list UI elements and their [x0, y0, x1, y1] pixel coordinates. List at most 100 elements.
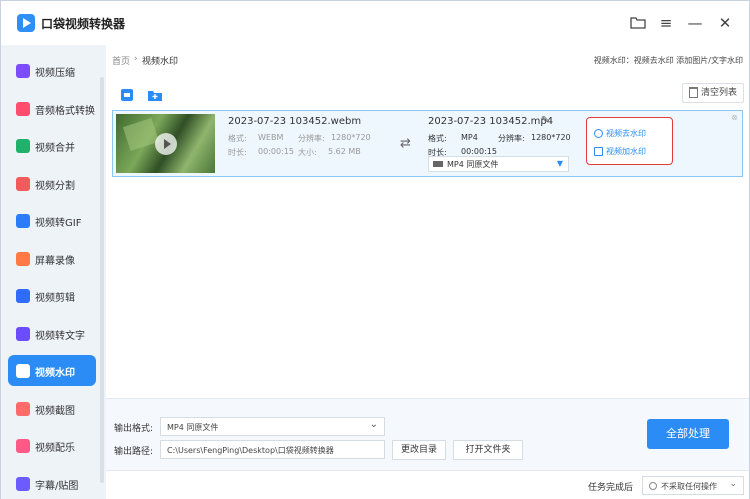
sidebar-item-icon [16, 176, 30, 191]
sidebar-item-label: 视频合并 [35, 143, 75, 154]
sidebar-item-icon [16, 439, 30, 453]
sidebar-item-icon [16, 64, 30, 78]
sidebar-item[interactable]: 视频转文字 [8, 318, 96, 349]
source-format-label: 格式: [228, 134, 247, 143]
add-folder-icon[interactable] [147, 87, 163, 103]
close-icon[interactable]: ✕ [716, 14, 734, 32]
sidebar-item[interactable]: 音频格式转换 [8, 93, 96, 124]
source-size-label: 大小: [298, 148, 317, 157]
watermark-actions: 视频去水印 视频加水印 [586, 117, 673, 165]
source-size-value: 5.62 MB [328, 147, 361, 156]
app-title: 口袋视频转换器 [41, 17, 126, 31]
output-format-dropdown[interactable]: MP4 同原文件 ⌄ [160, 417, 385, 436]
sidebar-item[interactable]: 视频压缩 [8, 55, 96, 86]
remove-watermark-label: 视频去水印 [606, 129, 646, 138]
change-directory-button[interactable]: 更改目录 [392, 440, 446, 460]
convert-arrow-icon: ⇄ [400, 136, 411, 151]
add-watermark-label: 视频加水印 [606, 147, 646, 156]
chevron-down-icon: ⌄ [729, 479, 737, 489]
sidebar-item[interactable]: 视频合并 [8, 130, 96, 161]
edit-icon [594, 147, 603, 156]
output-format-select[interactable]: MP4 同原文件 ▼ [428, 156, 569, 172]
source-duration-label: 时长: [228, 148, 247, 157]
sidebar-item-icon [16, 251, 30, 266]
sidebar-item-label: 视频转GIF [35, 218, 82, 229]
sidebar-item-label: 音频格式转换 [35, 105, 95, 117]
source-resolution-label: 分辨率: [298, 134, 325, 143]
output-format-select-value: MP4 同原文件 [447, 160, 499, 169]
output-duration-value: 00:00:15 [461, 147, 497, 156]
source-file-name: 2023-07-23 103452.webm [228, 116, 362, 127]
sidebar: 视频压缩音频格式转换 视频合并视频分割视频转GIF 屏幕录像视频剪辑视频转文字视频水… [1, 45, 106, 499]
sidebar-item[interactable]: 视频转GIF [8, 205, 96, 236]
sidebar-item-icon [16, 326, 30, 341]
after-done-select[interactable]: 不采取任何操作 ⌄ [642, 476, 744, 495]
sidebar-item[interactable]: 字幕/贴图 [8, 468, 96, 499]
sidebar-item[interactable]: 视频截图 [8, 393, 96, 424]
menu-icon[interactable]: ≡ [657, 14, 675, 32]
sidebar-item[interactable]: 视频配乐 [8, 430, 96, 461]
after-done-value: 不采取任何操作 [661, 482, 717, 491]
video-format-icon [433, 161, 443, 167]
output-path-field-label: 输出路径: [114, 447, 154, 457]
clear-list-button[interactable]: 清空列表 [682, 83, 744, 103]
app-window: 口袋视频转换器 ≡ — ✕ 视频压缩音频格式转换 视频合并视频分割视频转GIF 屏幕… [0, 0, 750, 499]
sidebar-item[interactable]: 屏幕录像 [8, 243, 96, 274]
video-thumbnail[interactable] [116, 114, 215, 173]
after-done-label: 任务完成后 [588, 483, 634, 493]
sidebar-item-label: 视频配乐 [35, 443, 75, 454]
remove-file-icon[interactable]: ⊗ [731, 114, 738, 122]
source-format-value: WEBM [258, 133, 284, 142]
sidebar-scrollbar[interactable] [100, 77, 104, 483]
chevron-down-icon: ⌄ [369, 419, 378, 430]
breadcrumb: 首页 › 视频水印 视频水印：视频去水印 添加图片/文字水印 [106, 45, 749, 75]
open-folder-button[interactable]: 打开文件夹 [453, 440, 523, 460]
title-bar: 口袋视频转换器 ≡ — ✕ [1, 1, 749, 45]
output-resolution-label: 分辨率: [498, 134, 525, 143]
ban-icon [649, 482, 657, 490]
sidebar-item-label: 屏幕录像 [35, 255, 75, 267]
sidebar-item-icon [16, 289, 30, 303]
output-file-name: 2023-07-23 103452.mp4 [428, 116, 554, 127]
output-format-label: 格式: [428, 134, 447, 143]
folder-icon[interactable] [629, 14, 647, 32]
output-format-dropdown-value: MP4 同原文件 [167, 423, 219, 432]
source-resolution-value: 1280*720 [331, 133, 371, 142]
file-row[interactable]: 2023-07-23 103452.webm 格式: WEBM 分辨率: 128… [112, 110, 743, 177]
sidebar-item-icon [16, 401, 30, 416]
add-file-icon[interactable] [119, 87, 135, 103]
breadcrumb-separator: › [134, 54, 138, 64]
page-hint: 视频水印：视频去水印 添加图片/文字水印 [593, 56, 743, 65]
app-logo-icon [17, 14, 35, 32]
sidebar-item[interactable]: 视频分割 [8, 168, 96, 199]
sidebar-item-label: 视频截图 [35, 405, 75, 417]
sidebar-item-icon [16, 476, 30, 491]
output-resolution-value: 1280*720 [531, 133, 571, 142]
sidebar-item-icon [16, 214, 30, 228]
output-settings: 输出格式: MP4 同原文件 ⌄ 输出路径: C:\Users\FengPing… [106, 398, 749, 470]
clear-list-label: 清空列表 [700, 88, 737, 98]
output-path-input[interactable]: C:\Users\FengPing\Desktop\口袋视频转换器 [160, 440, 385, 459]
output-format-field-label: 输出格式: [114, 424, 154, 434]
sidebar-item-label: 视频分割 [35, 180, 75, 192]
output-format-value: MP4 [461, 133, 478, 142]
sidebar-item-label: 视频压缩 [35, 68, 75, 79]
sidebar-item[interactable]: 视频水印 [8, 355, 96, 386]
sidebar-item-icon [16, 101, 30, 116]
chevron-down-icon: ▼ [556, 159, 563, 168]
play-icon[interactable] [155, 133, 177, 155]
minimize-icon[interactable]: — [686, 14, 704, 32]
sidebar-item[interactable]: 视频剪辑 [8, 280, 96, 311]
breadcrumb-current: 视频水印 [142, 57, 179, 67]
play-circle-icon [594, 129, 603, 138]
file-list-area: 清空列表 2023-07-23 103452.webm 格式: WEBM 分辨率… [106, 75, 749, 398]
sidebar-item-icon [16, 139, 30, 153]
breadcrumb-home[interactable]: 首页 [112, 54, 130, 67]
source-duration-value: 00:00:15 [258, 147, 294, 156]
edit-name-icon[interactable]: ✎ [541, 115, 549, 126]
process-all-button[interactable]: 全部处理 [647, 419, 729, 449]
sidebar-item-label: 字幕/贴图 [35, 480, 79, 492]
status-bar: 任务完成后 不采取任何操作 ⌄ [106, 470, 749, 499]
sidebar-item-label: 视频剪辑 [35, 293, 75, 304]
sidebar-item-icon [16, 364, 30, 378]
